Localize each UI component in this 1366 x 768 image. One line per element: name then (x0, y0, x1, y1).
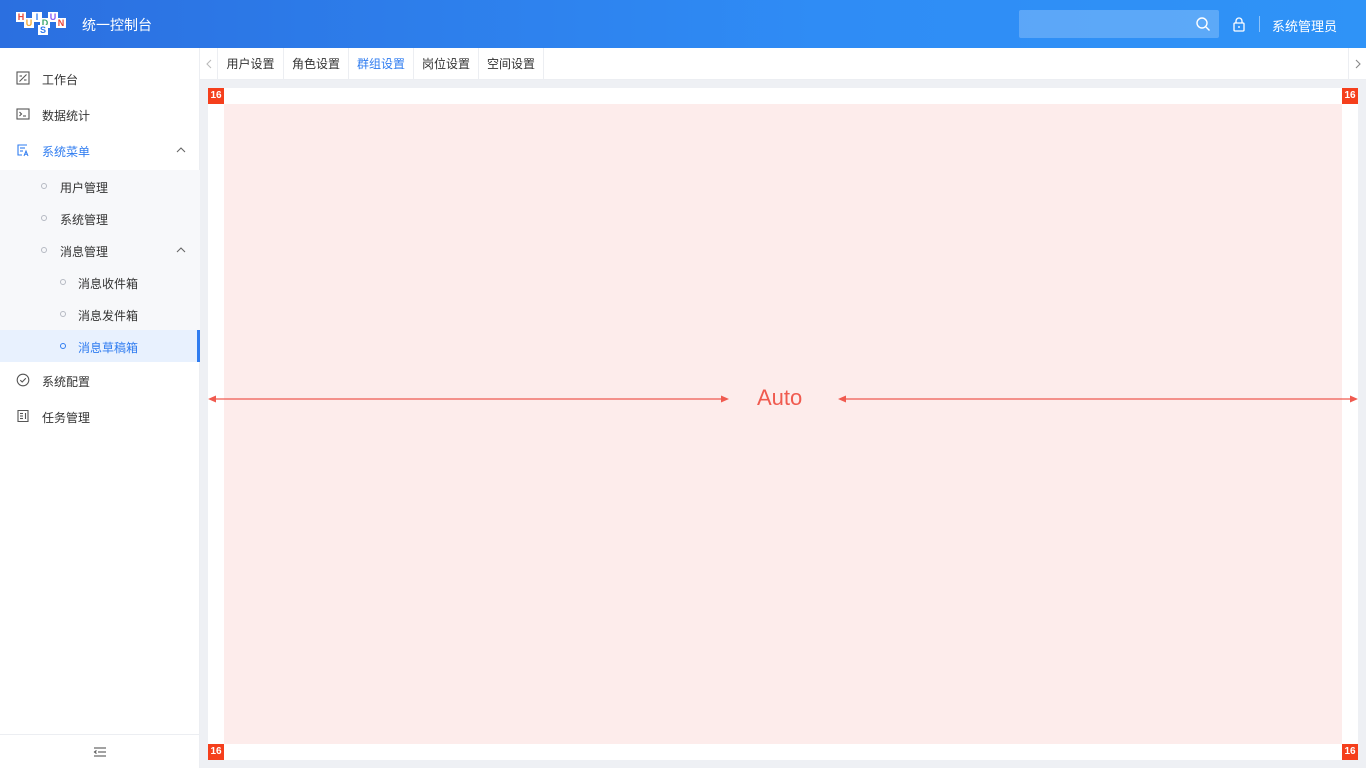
arrowhead-right-icon (721, 395, 729, 403)
arrowhead-left-icon (208, 395, 216, 403)
width-annotation (208, 395, 1358, 403)
width-auto-label: Auto (757, 385, 803, 410)
arrowhead-right-icon (1350, 395, 1358, 403)
arrowhead-left-icon (838, 395, 846, 403)
